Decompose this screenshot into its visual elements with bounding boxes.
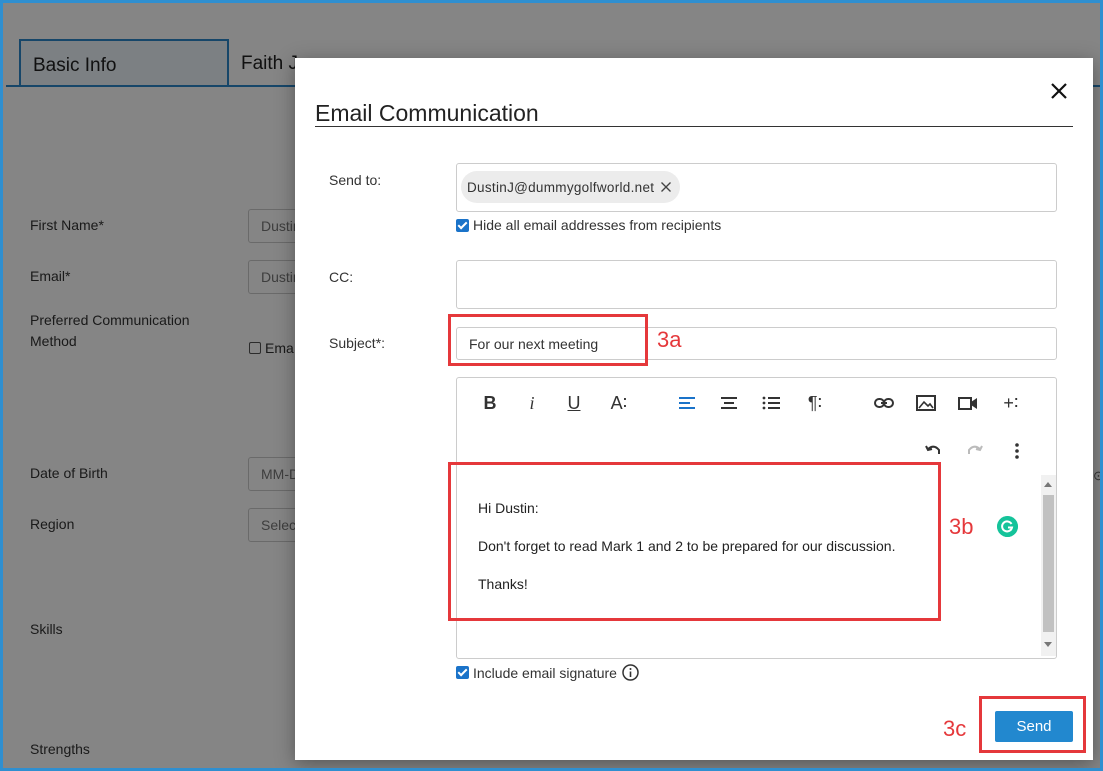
more-options-icon[interactable] xyxy=(1006,440,1028,462)
more-insert-button[interactable]: +∶ xyxy=(998,392,1024,414)
title-divider xyxy=(315,126,1073,127)
send-to-label: Send to: xyxy=(329,172,382,188)
annotation-label-3b: 3b xyxy=(949,514,974,539)
bold-button[interactable]: B xyxy=(479,392,501,414)
annotation-box-send xyxy=(979,696,1086,753)
annotation-box-body xyxy=(448,462,941,621)
hide-emails-label: Hide all email addresses from recipients xyxy=(473,217,722,233)
paragraph-format-button[interactable]: ¶∶ xyxy=(802,392,828,414)
scroll-thumb[interactable] xyxy=(1043,495,1054,632)
cc-label: CC: xyxy=(329,269,354,285)
info-icon[interactable] xyxy=(622,664,639,681)
include-signature-checkbox[interactable] xyxy=(456,666,469,679)
scroll-up-icon[interactable] xyxy=(1044,482,1052,487)
recipient-chip: DustinJ@dummygolfworld.net xyxy=(461,171,681,203)
grammarly-icon[interactable] xyxy=(997,516,1018,537)
annotation-label-3c: 3c xyxy=(943,716,967,741)
insert-link-icon[interactable] xyxy=(873,392,895,414)
subject-label: Subject*: xyxy=(329,335,386,351)
hide-emails-row[interactable]: Hide all email addresses from recipients xyxy=(456,217,721,233)
italic-button[interactable]: i xyxy=(521,392,543,414)
remove-recipient-icon[interactable] xyxy=(660,181,672,193)
font-size-button[interactable]: A∶ xyxy=(605,392,633,414)
redo-icon[interactable] xyxy=(964,440,986,462)
annotation-label-3a: 3a xyxy=(657,327,682,352)
align-left-icon[interactable] xyxy=(676,392,698,414)
insert-video-icon[interactable] xyxy=(957,392,979,414)
close-icon[interactable] xyxy=(1048,80,1070,102)
include-signature-label: Include email signature xyxy=(473,664,617,681)
underline-button[interactable]: U xyxy=(563,392,585,414)
include-signature-row[interactable]: Include email signature xyxy=(456,664,639,681)
editor-scrollbar[interactable] xyxy=(1041,475,1056,656)
hide-emails-checkbox[interactable] xyxy=(456,218,469,232)
cc-field[interactable] xyxy=(456,260,1057,309)
app-frame: Basic Info Faith J First Name* Dustin Em… xyxy=(0,0,1103,771)
align-center-icon[interactable] xyxy=(718,392,740,414)
modal-title: Email Communication xyxy=(315,100,539,126)
ordered-list-icon[interactable] xyxy=(760,392,782,414)
recipient-email: DustinJ@dummygolfworld.net xyxy=(467,179,655,195)
email-modal: Email Communication Send to: DustinJ@dum… xyxy=(295,58,1093,760)
annotation-box-subject xyxy=(448,314,648,366)
undo-icon[interactable] xyxy=(922,440,944,462)
send-to-field[interactable]: DustinJ@dummygolfworld.net xyxy=(456,163,1057,212)
scroll-down-icon[interactable] xyxy=(1044,642,1052,647)
insert-image-icon[interactable] xyxy=(915,392,937,414)
